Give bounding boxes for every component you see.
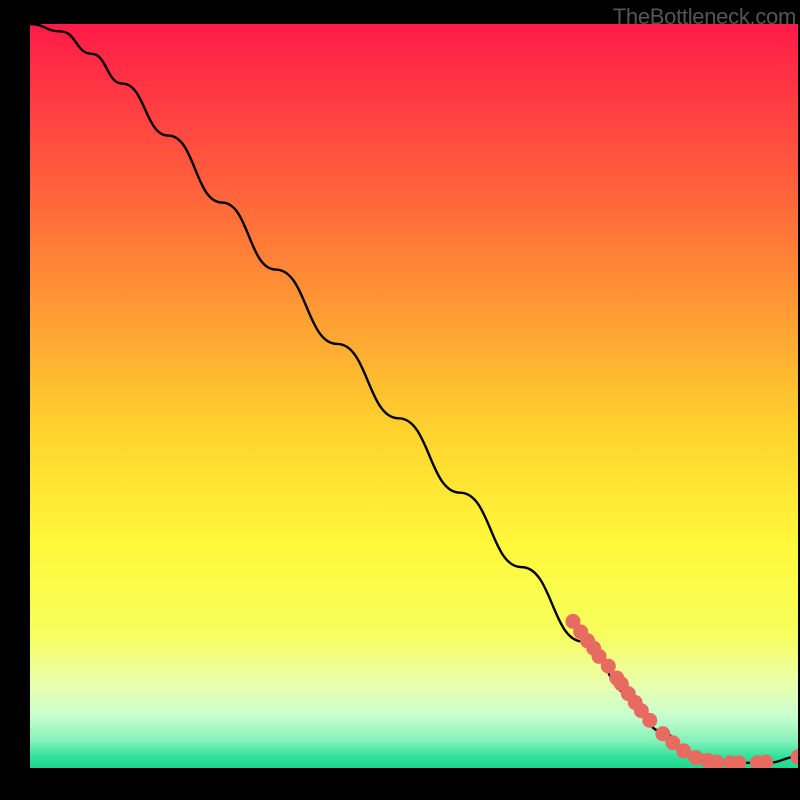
chart-overlay xyxy=(30,24,798,768)
watermark-text: TheBottleneck.com xyxy=(613,4,796,30)
plot-area xyxy=(30,24,798,768)
curve-line xyxy=(30,24,798,763)
data-point xyxy=(791,749,799,764)
chart-frame: TheBottleneck.com xyxy=(0,0,800,800)
data-point xyxy=(642,713,657,728)
data-points xyxy=(565,614,798,768)
